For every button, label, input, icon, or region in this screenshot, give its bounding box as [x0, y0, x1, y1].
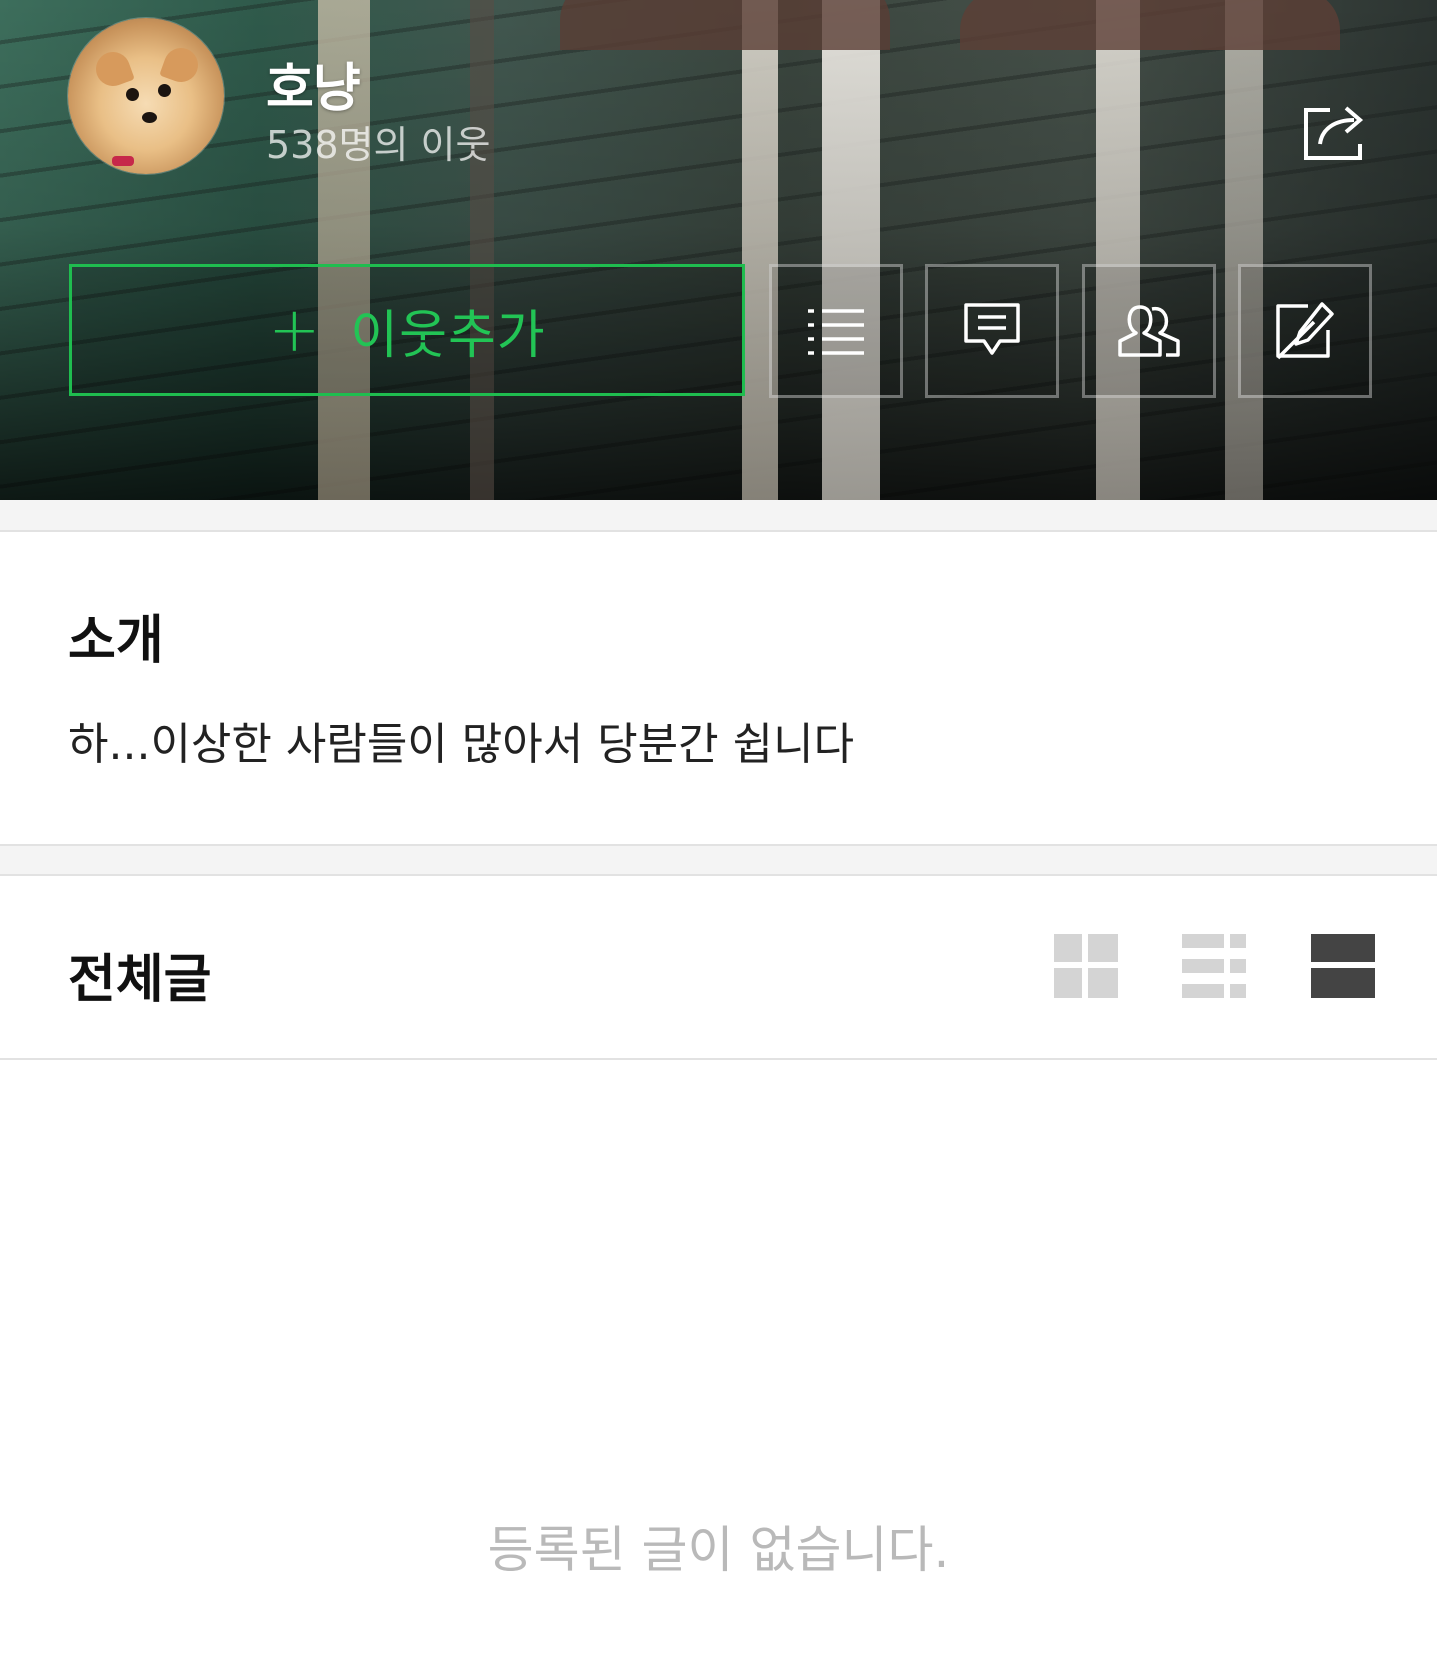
people-icon: [1118, 305, 1180, 357]
profile-avatar[interactable]: [68, 18, 224, 174]
background-post: [822, 0, 880, 500]
category-list-button[interactable]: [769, 264, 903, 398]
share-button[interactable]: [1300, 100, 1372, 164]
background-post: [1096, 0, 1140, 500]
background-chair: [960, 0, 1340, 50]
avatar-ear: [91, 47, 135, 91]
section-gap: [0, 844, 1437, 876]
neighbor-count[interactable]: 538명의 이웃: [266, 114, 490, 169]
avatar-collar: [112, 156, 134, 166]
comment-icon: [964, 303, 1020, 355]
list-view-button[interactable]: [1182, 934, 1246, 998]
blog-name: 호냥: [266, 59, 361, 119]
background-post: [470, 0, 494, 500]
add-neighbor-label: 이웃추가: [350, 305, 546, 366]
write-button[interactable]: [1238, 264, 1372, 398]
posts-divider: [0, 1058, 1437, 1060]
posts-title: 전체글: [68, 950, 212, 1010]
card-view-icon: [1311, 934, 1375, 998]
add-neighbor-button[interactable]: + 이웃추가: [69, 264, 745, 396]
background-post: [742, 0, 778, 500]
section-gap: [0, 500, 1437, 532]
avatar-ear: [159, 43, 203, 87]
avatar-eye: [158, 84, 171, 97]
grid-view-button[interactable]: [1054, 934, 1118, 998]
avatar-eye: [126, 88, 139, 101]
intro-title: 소개: [68, 611, 164, 671]
background-chair: [560, 0, 890, 50]
guestbook-button[interactable]: [925, 264, 1059, 398]
list-view-icon: [1182, 934, 1246, 998]
background-post: [1225, 0, 1263, 500]
card-view-button[interactable]: [1311, 934, 1375, 998]
share-icon: [1304, 106, 1364, 160]
empty-posts-message: 등록된 글이 없습니다.: [487, 1521, 950, 1579]
list-icon: [808, 309, 864, 355]
grid-icon: [1054, 934, 1118, 998]
avatar-nose: [142, 112, 157, 123]
neighbors-button[interactable]: [1082, 264, 1216, 398]
intro-text: 하...이상한 사람들이 많아서 당분간 쉽니다: [68, 719, 855, 770]
pen-icon: [1276, 302, 1334, 360]
profile-header: 호냥 538명의 이웃 + 이웃추가: [0, 0, 1437, 500]
plus-icon: +: [268, 293, 321, 366]
